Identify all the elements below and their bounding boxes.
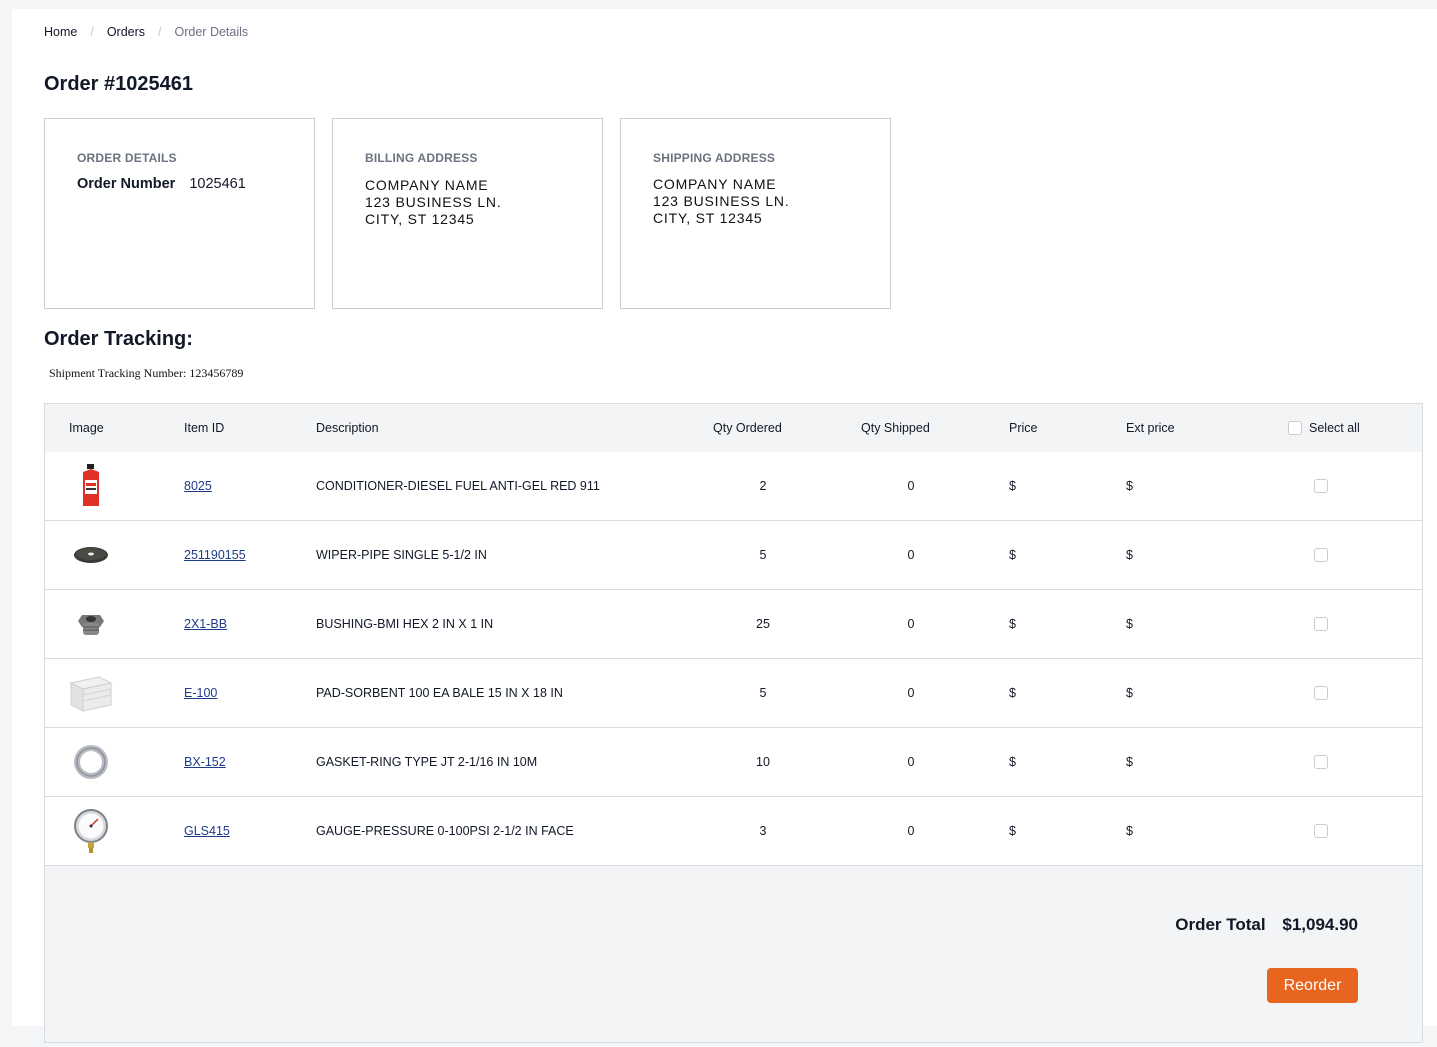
qty-shipped: 0 — [907, 755, 915, 769]
item-description: GASKET-RING TYPE JT 2-1/16 IN 10M — [316, 755, 538, 769]
price: $ — [1009, 755, 1016, 769]
ext-price: $ — [1126, 755, 1133, 769]
table-row: BX-152 GASKET-RING TYPE JT 2-1/16 IN 10M… — [45, 728, 1422, 797]
ext-price: $ — [1126, 548, 1133, 562]
item-id-link[interactable]: 2X1-BB — [184, 617, 227, 631]
item-id-link[interactable]: E-100 — [184, 686, 217, 700]
header-description: Description — [316, 421, 379, 435]
header-image: Image — [69, 421, 104, 435]
breadcrumb-current: Order Details — [174, 25, 249, 39]
row-select-checkbox[interactable] — [1314, 617, 1328, 631]
header-qty-ordered: Qty Ordered — [713, 421, 782, 435]
hex-bushing-icon — [67, 600, 115, 648]
order-total: Order Total $1,094.90 — [1175, 915, 1358, 935]
shipping-address-line: COMPANY NAME — [653, 176, 777, 192]
qty-shipped: 0 — [907, 617, 915, 631]
header-ext-price: Ext price — [1126, 421, 1175, 435]
order-details-card: ORDER DETAILS Order Number 1025461 — [44, 118, 315, 309]
billing-address-title: BILLING ADDRESS — [365, 151, 478, 165]
qty-ordered: 5 — [759, 686, 767, 700]
order-items-table: Image Item ID Description Qty Ordered Qt… — [44, 403, 1423, 1043]
table-row: GLS415 GAUGE-PRESSURE 0-100PSI 2-1/2 IN … — [45, 797, 1422, 866]
ext-price: $ — [1126, 617, 1133, 631]
order-total-label: Order Total — [1175, 915, 1266, 934]
price: $ — [1009, 686, 1016, 700]
qty-ordered: 10 — [756, 755, 770, 769]
qty-ordered: 2 — [759, 479, 767, 493]
item-description: BUSHING-BMI HEX 2 IN X 1 IN — [316, 617, 494, 631]
billing-address-lines: COMPANY NAME 123 BUSINESS LN. CITY, ST 1… — [365, 177, 502, 228]
qty-ordered: 3 — [759, 824, 767, 838]
qty-ordered: 5 — [759, 548, 767, 562]
page: Home / Orders / Order Details Order #102… — [12, 9, 1437, 1043]
billing-address-line: CITY, ST 12345 — [365, 211, 475, 227]
row-select-checkbox[interactable] — [1314, 479, 1328, 493]
table-header: Image Item ID Description Qty Ordered Qt… — [45, 404, 1422, 453]
row-select-checkbox[interactable] — [1314, 686, 1328, 700]
qty-ordered: 25 — [756, 617, 770, 631]
item-description: GAUGE-PRESSURE 0-100PSI 2-1/2 IN FACE — [316, 824, 574, 838]
order-details-title: ORDER DETAILS — [77, 151, 177, 165]
breadcrumb-home-link[interactable]: Home — [44, 25, 77, 39]
billing-address-line: 123 BUSINESS LN. — [365, 194, 502, 210]
ext-price: $ — [1126, 824, 1133, 838]
header-qty-shipped: Qty Shipped — [861, 421, 930, 435]
breadcrumb-separator: / — [90, 25, 94, 39]
row-select-checkbox[interactable] — [1314, 824, 1328, 838]
pipe-wiper-icon — [67, 531, 115, 579]
shipping-address-line: 123 BUSINESS LN. — [653, 193, 790, 209]
price: $ — [1009, 548, 1016, 562]
breadcrumb-orders-link[interactable]: Orders — [107, 25, 145, 39]
select-all-checkbox[interactable] — [1288, 421, 1302, 435]
qty-shipped: 0 — [907, 479, 915, 493]
price: $ — [1009, 479, 1016, 493]
row-select-checkbox[interactable] — [1314, 755, 1328, 769]
breadcrumb: Home / Orders / Order Details — [44, 25, 248, 39]
order-number-value: 1025461 — [189, 176, 246, 192]
billing-address-card: BILLING ADDRESS COMPANY NAME 123 BUSINES… — [332, 118, 603, 309]
table-row: 2X1-BB BUSHING-BMI HEX 2 IN X 1 IN 25 0 … — [45, 590, 1422, 659]
pressure-gauge-icon — [67, 807, 115, 855]
price: $ — [1009, 617, 1016, 631]
qty-shipped: 0 — [907, 686, 915, 700]
item-id-link[interactable]: BX-152 — [184, 755, 226, 769]
order-number-row: Order Number 1025461 — [77, 176, 246, 192]
breadcrumb-separator: / — [158, 25, 162, 39]
shipment-tracking-line: Shipment Tracking Number: 123456789 — [49, 366, 243, 381]
table-row: E-100 PAD-SORBENT 100 EA BALE 15 IN X 18… — [45, 659, 1422, 728]
shipping-address-line: CITY, ST 12345 — [653, 210, 763, 226]
tracking-number-value: 123456789 — [189, 366, 244, 380]
item-id-link[interactable]: 251190155 — [184, 548, 246, 562]
item-description: WIPER-PIPE SINGLE 5-1/2 IN — [316, 548, 487, 562]
qty-shipped: 0 — [907, 548, 915, 562]
item-id-link[interactable]: 8025 — [184, 479, 212, 493]
shipping-address-lines: COMPANY NAME 123 BUSINESS LN. CITY, ST 1… — [653, 176, 790, 227]
table-row: 8025 CONDITIONER-DIESEL FUEL ANTI-GEL RE… — [45, 452, 1422, 521]
order-number-label: Order Number — [77, 176, 176, 192]
item-description: PAD-SORBENT 100 EA BALE 15 IN X 18 IN — [316, 686, 563, 700]
header-price: Price — [1009, 421, 1038, 435]
select-all-label[interactable]: Select all — [1309, 421, 1360, 435]
billing-address-line: COMPANY NAME — [365, 177, 489, 193]
table-row: 251190155 WIPER-PIPE SINGLE 5-1/2 IN 5 0… — [45, 521, 1422, 590]
sorbent-pad-icon — [67, 669, 115, 717]
ext-price: $ — [1126, 479, 1133, 493]
page-title: Order #1025461 — [44, 73, 194, 95]
qty-shipped: 0 — [907, 824, 915, 838]
shipping-address-card: SHIPPING ADDRESS COMPANY NAME 123 BUSINE… — [620, 118, 891, 309]
tracking-number-label: Shipment Tracking Number: — [49, 366, 187, 380]
ext-price: $ — [1126, 686, 1133, 700]
order-summary: Order Total $1,094.90 Reorder — [45, 867, 1422, 1047]
ring-gasket-icon — [67, 738, 115, 786]
order-tracking-title: Order Tracking: — [44, 328, 193, 350]
item-id-link[interactable]: GLS415 — [184, 824, 230, 838]
header-item-id: Item ID — [184, 421, 225, 435]
price: $ — [1009, 824, 1016, 838]
reorder-button[interactable]: Reorder — [1267, 968, 1358, 1003]
shipping-address-title: SHIPPING ADDRESS — [653, 151, 776, 165]
diesel-conditioner-bottle-icon — [67, 462, 115, 510]
row-select-checkbox[interactable] — [1314, 548, 1328, 562]
item-description: CONDITIONER-DIESEL FUEL ANTI-GEL RED 911 — [316, 479, 600, 493]
order-total-value: $1,094.90 — [1282, 915, 1358, 934]
